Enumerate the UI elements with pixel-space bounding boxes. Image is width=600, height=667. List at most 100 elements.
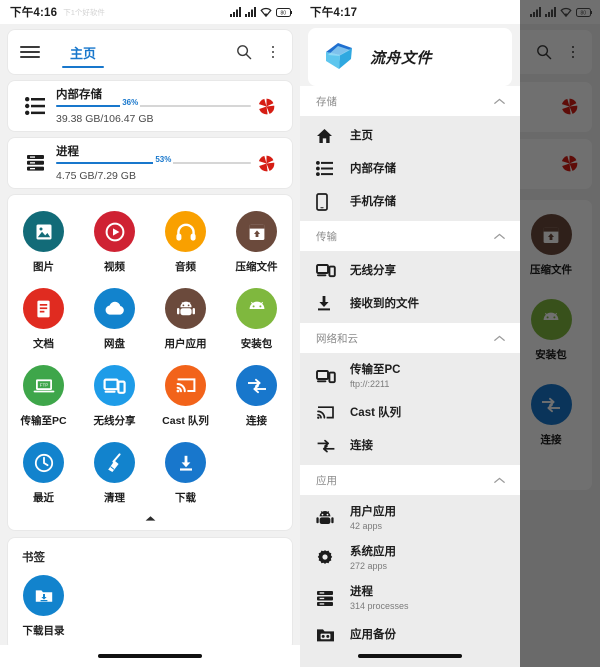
bookmarks-title: 书签 <box>8 549 292 571</box>
shortcut-cast-queue[interactable]: Cast 队列 <box>150 359 221 436</box>
storage-progress-fill <box>56 162 159 164</box>
gesture-navigation-bar <box>300 645 520 667</box>
shortcut-label: 视频 <box>104 259 125 274</box>
bookmark-label: 下载目录 <box>23 623 65 638</box>
download-icon <box>316 295 350 312</box>
drawer-item-subtitle: 314 processes <box>350 600 409 612</box>
battery-icon: 80 <box>276 8 292 17</box>
drawer-item-user-apps[interactable]: 用户应用 42 apps <box>300 498 520 538</box>
shortcut-label: 最近 <box>33 490 54 505</box>
shortcut-download[interactable]: 下载 <box>150 436 221 513</box>
drawer-item-home[interactable]: 主页 <box>300 119 520 152</box>
shortcut-recent[interactable]: 最近 <box>8 436 79 513</box>
drawer-item-label: 手机存储 <box>350 195 396 209</box>
drawer-item-phone-storage[interactable]: 手机存储 <box>300 185 520 218</box>
devices-icon <box>316 369 350 384</box>
grid-row: 图片 视频 音频 压缩 <box>8 205 292 282</box>
drawer-item-connect[interactable]: 连接 <box>300 429 520 462</box>
ftp-laptop-icon: FTP <box>23 365 64 406</box>
shortcut-archives[interactable]: 压缩文件 <box>221 205 292 282</box>
video-icon <box>94 211 135 252</box>
gear-icon <box>316 549 350 567</box>
wifi-icon <box>260 7 272 17</box>
tab-home[interactable]: 主页 <box>62 30 104 74</box>
status-bar-icons: 80 <box>530 7 592 17</box>
navigation-drawer: 下午4:17 流舟文件 存储 <box>300 0 520 667</box>
drawer-item-transfer-to-pc[interactable]: 传输至PC ftp://:2211 <box>300 356 520 396</box>
process-icon <box>18 154 52 172</box>
shortcut-documents[interactable]: 文档 <box>8 282 79 359</box>
signal-icon <box>530 7 541 17</box>
shortcut-label: 安装包 <box>241 336 273 351</box>
shortcut-apk[interactable]: 安装包 <box>221 282 292 359</box>
drawer-section-header-apps[interactable]: 应用 <box>300 465 520 495</box>
drawer-section-body-storage: 主页 内部存储 <box>300 116 520 221</box>
grid-row: 文档 网盘 用户应用 <box>8 282 292 359</box>
shortcut-connect[interactable]: 连接 <box>221 359 292 436</box>
home-gesture-pill[interactable] <box>358 654 462 657</box>
battery-icon: 80 <box>576 8 592 17</box>
bookmark-empty <box>221 571 292 638</box>
devices-icon <box>94 365 135 406</box>
drawer-item-text: 接收到的文件 <box>350 297 419 311</box>
cast-icon <box>316 405 350 421</box>
storage-progress-bar: 53% <box>56 162 251 164</box>
shortcut-audio[interactable]: 音频 <box>150 205 221 282</box>
drawer-item-received-files[interactable]: 接收到的文件 <box>300 287 520 320</box>
drawer-item-cast-queue[interactable]: Cast 队列 <box>300 396 520 429</box>
top-toolbar: 主页 <box>8 30 292 74</box>
shortcut-label: 无线分享 <box>94 413 136 428</box>
shortcut-label: 音频 <box>175 259 196 274</box>
cast-icon <box>165 365 206 406</box>
document-icon <box>23 288 64 329</box>
internal-storage-icon <box>316 161 350 176</box>
shortcut-videos[interactable]: 视频 <box>79 205 150 282</box>
drawer-item-subtitle: 42 apps <box>350 520 396 532</box>
svg-text:80: 80 <box>581 10 587 16</box>
drawer-section-header-transfer[interactable]: 传输 <box>300 221 520 251</box>
broom-icon <box>94 442 135 483</box>
drawer-item-app-backup[interactable]: 应用备份 <box>300 618 520 645</box>
drawer-item-wireless-share[interactable]: 无线分享 <box>300 254 520 287</box>
storage-percent-label: 36% <box>120 98 140 107</box>
pie-chart-icon[interactable] <box>251 155 281 172</box>
storage-card-internal[interactable]: 内部存储 36% 39.38 GB/106.47 GB <box>8 81 292 131</box>
shortcut-grid: 图片 视频 音频 压缩 <box>8 195 292 530</box>
search-icon[interactable] <box>236 44 252 60</box>
chevron-up-icon <box>493 98 506 105</box>
storage-percent-label: 53% <box>153 155 173 164</box>
phone-icon <box>316 193 350 211</box>
pie-chart-icon[interactable] <box>251 98 281 115</box>
status-bar-time: 下午4:16 <box>10 4 57 20</box>
home-gesture-pill[interactable] <box>98 654 202 657</box>
status-bar-icons: 80 <box>230 7 292 17</box>
grid-collapse-toggle[interactable] <box>8 513 292 526</box>
shortcut-transfer-to-pc[interactable]: FTP 传输至PC <box>8 359 79 436</box>
bookmark-download-dir[interactable]: 下载目录 <box>8 571 79 638</box>
drawer-item-text: 用户应用 42 apps <box>350 505 396 532</box>
drawer-brand-name: 流舟文件 <box>370 47 432 68</box>
shortcut-cloud[interactable]: 网盘 <box>79 282 150 359</box>
shortcut-images[interactable]: 图片 <box>8 205 79 282</box>
shortcut-label: 用户应用 <box>165 336 207 351</box>
shortcut-user-apps[interactable]: 用户应用 <box>150 282 221 359</box>
drawer-item-subtitle: 272 apps <box>350 560 396 572</box>
drawer-item-internal-storage[interactable]: 内部存储 <box>300 152 520 185</box>
backup-icon <box>316 627 350 643</box>
drawer-header[interactable]: 流舟文件 <box>308 28 512 86</box>
drawer-section-header-network[interactable]: 网络和云 <box>300 323 520 353</box>
shortcut-label: 清理 <box>104 490 125 505</box>
shortcut-wireless-share[interactable]: 无线分享 <box>79 359 150 436</box>
storage-card-title: 进程 <box>56 146 79 158</box>
drawer-item-system-apps[interactable]: 系统应用 272 apps <box>300 538 520 578</box>
drawer-section-header-storage[interactable]: 存储 <box>300 86 520 116</box>
archive-icon <box>236 211 277 252</box>
more-vertical-icon[interactable] <box>266 46 280 59</box>
storage-card-process[interactable]: 进程 53% 4.75 GB/7.29 GB <box>8 138 292 188</box>
hamburger-icon[interactable] <box>20 46 40 58</box>
wifi-icon <box>560 7 572 17</box>
shortcut-clean[interactable]: 清理 <box>79 436 150 513</box>
drawer-item-processes[interactable]: 进程 314 processes <box>300 578 520 618</box>
status-bar-watermark: 下1个好软件 <box>63 7 105 18</box>
storage-progress-bar: 36% <box>56 105 251 107</box>
